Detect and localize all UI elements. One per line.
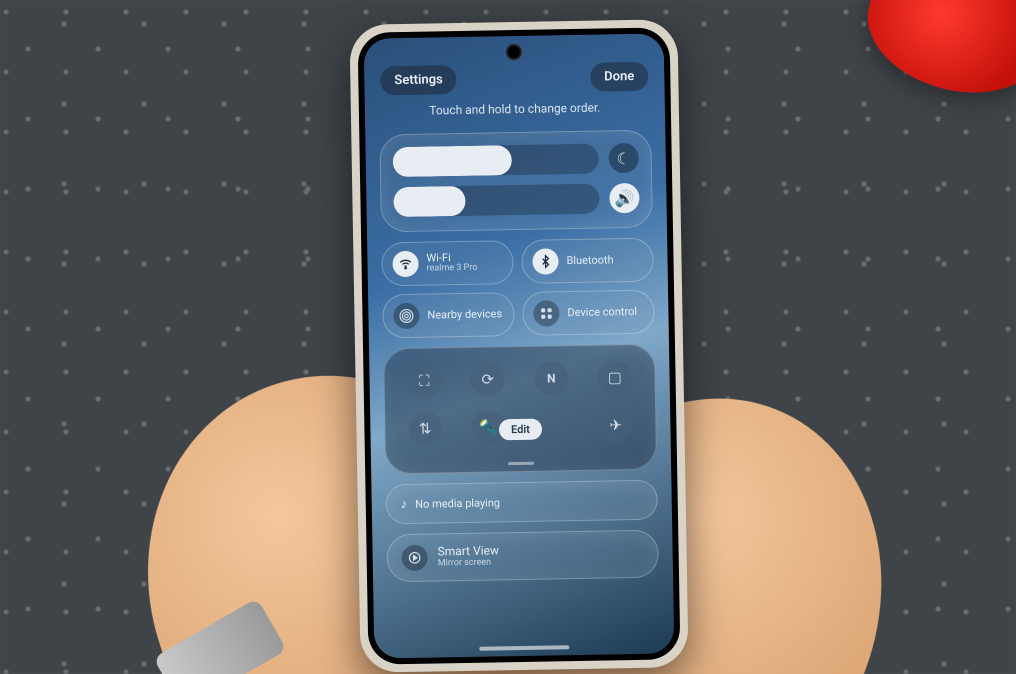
wifi-label: Wi-Fi realme 3 Pro — [426, 252, 477, 275]
bluetooth-label: Bluetooth — [566, 254, 613, 267]
flashlight-icon: 🔦 — [479, 418, 498, 436]
device-control-label: Device control — [567, 306, 637, 319]
screenshot-toggle[interactable]: ⛶ — [407, 363, 442, 398]
brightness-row: ☀ ☾ — [393, 143, 639, 177]
quick-toggles-group[interactable]: ⛶ ⟳ N ▢ ⇅ 🔦 ✈ Edit — [383, 344, 657, 475]
smart-view-label: Smart View Mirror screen — [437, 545, 499, 569]
drag-handle[interactable] — [508, 462, 534, 465]
connectivity-row: Wi-Fi realme 3 Pro Bluetooth — [381, 238, 654, 287]
extra-toggle-1[interactable]: ▢ — [598, 360, 633, 395]
moon-icon: ☾ — [616, 149, 631, 168]
nearby-icon — [393, 303, 419, 329]
phone-bezel: Settings Done Touch and hold to change o… — [358, 27, 681, 664]
smart-view-tile[interactable]: Smart View Mirror screen — [386, 530, 659, 583]
sound-toggle[interactable]: 🔊 — [609, 183, 640, 214]
device-control-tile[interactable]: Device control — [522, 290, 655, 336]
square-icon: ▢ — [608, 368, 622, 386]
reorder-hint: Touch and hold to change order. — [365, 99, 665, 118]
volume-slider[interactable]: 🔈 — [393, 184, 599, 218]
bluetooth-tile[interactable]: Bluetooth — [521, 238, 654, 284]
gesture-bar[interactable] — [479, 645, 569, 651]
wifi-tile[interactable]: Wi-Fi realme 3 Pro — [381, 240, 514, 286]
devices-row: Nearby devices Device control — [382, 290, 655, 339]
volume-icon: 🔊 — [614, 188, 634, 207]
music-note-icon: ♪ — [401, 496, 408, 512]
qs-header: Settings Done — [364, 61, 664, 95]
airplane-icon: ✈ — [609, 416, 622, 434]
media-status: No media playing — [415, 496, 500, 510]
sliders-group: ☀ ☾ 🔈 🔊 — [379, 130, 653, 233]
toy-car-prop — [854, 0, 1016, 111]
settings-button[interactable]: Settings — [380, 65, 457, 95]
sync-toggle[interactable]: ⟳ — [471, 362, 506, 397]
sync-icon: ⟳ — [481, 370, 494, 388]
bluetooth-icon — [532, 248, 558, 274]
phone-frame: Settings Done Touch and hold to change o… — [349, 19, 688, 673]
updown-icon: ⇅ — [419, 420, 432, 438]
nearby-devices-tile[interactable]: Nearby devices — [382, 292, 515, 338]
edit-grid-button[interactable]: Edit — [499, 419, 542, 441]
phone-screen: Settings Done Touch and hold to change o… — [364, 33, 675, 658]
brightness-slider[interactable]: ☀ — [393, 144, 599, 178]
screenshot-icon: ⛶ — [419, 372, 430, 390]
done-button[interactable]: Done — [590, 62, 649, 92]
wifi-icon — [392, 251, 418, 277]
data-toggle[interactable]: ⇅ — [408, 411, 443, 446]
nfc-icon: N — [547, 371, 556, 385]
device-control-icon — [533, 300, 559, 326]
volume-row: 🔈 🔊 — [393, 183, 639, 217]
scene: Settings Done Touch and hold to change o… — [0, 0, 1016, 674]
airplane-toggle[interactable]: ✈ — [598, 408, 633, 443]
front-camera — [506, 44, 522, 60]
smart-view-icon — [401, 545, 427, 571]
dnd-toggle[interactable]: ☾ — [608, 143, 639, 174]
nfc-toggle[interactable]: N — [534, 361, 569, 396]
nearby-label: Nearby devices — [427, 308, 502, 321]
media-tile[interactable]: ♪ No media playing — [385, 480, 658, 525]
